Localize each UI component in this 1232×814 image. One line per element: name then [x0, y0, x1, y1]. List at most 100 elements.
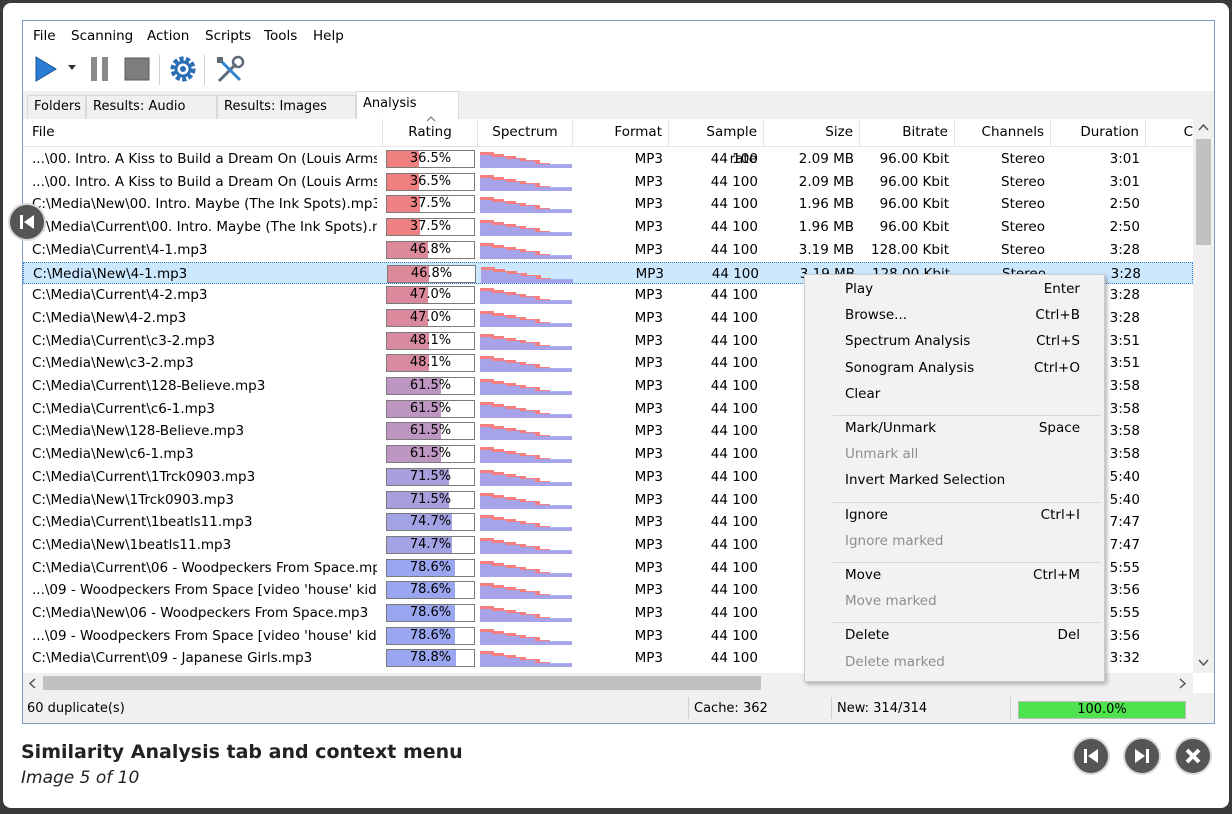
spectrum-thumbnail	[480, 197, 572, 214]
menu-item-spectrum-analysis[interactable]: Spectrum Analysis Ctrl+S	[845, 333, 1080, 349]
toolbar-divider	[159, 55, 160, 85]
cell-format: MP3	[634, 559, 663, 576]
stop-icon[interactable]	[123, 54, 151, 84]
menu-item-mark-unmark[interactable]: Mark/Unmark Space	[845, 420, 1080, 436]
rating-value: 48.1%	[409, 332, 452, 348]
caption-title: Similarity Analysis tab and context menu	[21, 741, 463, 763]
rating-value: 46.8%	[409, 241, 452, 257]
menu-help[interactable]: Help	[313, 28, 344, 44]
menu-scanning[interactable]: Scanning	[71, 28, 133, 44]
col-format[interactable]: Format	[573, 119, 669, 146]
menu-item-play[interactable]: Play Enter	[845, 281, 1080, 297]
menu-scripts[interactable]: Scripts	[205, 28, 251, 44]
menu-item-delete-marked[interactable]: Delete marked	[845, 654, 1080, 670]
play-icon[interactable]	[33, 54, 59, 84]
menu-item-sonogram-analysis[interactable]: Sonogram Analysis Ctrl+O	[845, 360, 1080, 376]
cell-rate: 44 100	[710, 287, 758, 304]
cell-rate: 44 100	[710, 196, 758, 213]
cell-file: ...\09 - Woodpeckers From Space [video '…	[32, 627, 377, 644]
cell-file: C:\Media\Current\06 - Woodpeckers From S…	[32, 559, 377, 576]
scroll-up-icon[interactable]	[1198, 124, 1209, 131]
spectrum-thumbnail	[480, 242, 572, 259]
scroll-left-icon[interactable]	[29, 678, 36, 689]
status-divider	[1010, 697, 1011, 719]
spectrum-thumbnail	[480, 220, 572, 237]
rating-bar: 37.5%	[386, 218, 475, 237]
menu-item-move-marked[interactable]: Move marked	[845, 593, 1080, 609]
col-spectrum[interactable]: Spectrum	[478, 119, 573, 146]
toolbar-divider	[204, 55, 205, 85]
table-row[interactable]: C:\Media\New\00. Intro. Maybe (The Ink S…	[23, 193, 1193, 216]
menu-tools[interactable]: Tools	[264, 28, 297, 44]
gear-icon[interactable]	[168, 54, 198, 84]
cell-file: ...\09 - Woodpeckers From Space [video '…	[32, 582, 377, 599]
status-duplicates: 60 duplicate(s)	[27, 701, 125, 716]
menu-item-invert-marked-selection[interactable]: Invert Marked Selection	[845, 472, 1080, 488]
menu-item-label: Sonogram Analysis	[845, 359, 975, 376]
rating-bar: 36.5%	[386, 150, 475, 168]
spectrum-thumbnail	[480, 447, 572, 464]
spectrum-thumbnail	[480, 152, 572, 168]
table-row[interactable]: ...\00. Intro. A Kiss to Build a Dream O…	[23, 171, 1193, 194]
vertical-scroll-thumb[interactable]	[1196, 139, 1211, 245]
tab-results-images[interactable]: Results: Images (31)	[217, 95, 356, 136]
prev-button[interactable]	[1072, 737, 1110, 775]
cell-rate: 44 100	[710, 355, 758, 372]
table-row[interactable]: C:\Media\Current\00. Intro. Maybe (The I…	[23, 216, 1193, 239]
rating-value: 47.0%	[409, 309, 452, 325]
spectrum-thumbnail	[480, 583, 572, 600]
cell-format: MP3	[634, 605, 663, 621]
col-size[interactable]: Size	[764, 119, 860, 146]
cell-size: 2.09 MB	[798, 151, 854, 167]
col-bitrate[interactable]: Bitrate	[860, 119, 955, 146]
toolbar	[23, 49, 1214, 92]
tab-analysis[interactable]: Analysis (109)	[356, 91, 459, 135]
menu-file[interactable]: File	[33, 28, 56, 44]
col-file[interactable]: File	[23, 119, 383, 146]
spectrum-thumbnail	[480, 333, 572, 350]
table-row[interactable]: ...\00. Intro. A Kiss to Build a Dream O…	[23, 148, 1193, 171]
cell-format: MP3	[634, 241, 663, 258]
rating-value: 61.5%	[409, 423, 452, 439]
col-channels[interactable]: Channels	[955, 119, 1051, 146]
cell-format: MP3	[634, 582, 663, 599]
col-duration[interactable]: Duration	[1051, 119, 1146, 146]
menu-item-ignore[interactable]: Ignore Ctrl+I	[845, 507, 1080, 523]
rating-bar: 78.8%	[386, 649, 475, 668]
vertical-scrollbar[interactable]	[1193, 119, 1214, 673]
col-rating[interactable]: Rating	[383, 119, 478, 146]
cell-rate: 44 100	[710, 605, 758, 621]
menu-separator	[833, 622, 1101, 624]
chevron-down-icon[interactable]	[67, 64, 77, 72]
menu-item-clear[interactable]: Clear	[845, 386, 1080, 402]
menu-item-move[interactable]: Move Ctrl+M	[845, 567, 1080, 583]
scroll-down-icon[interactable]	[1198, 659, 1209, 666]
tab-results-audio[interactable]: Results: Audio (29)	[86, 95, 217, 136]
tab-folders[interactable]: Folders	[27, 95, 86, 119]
menu-item-unmark-all[interactable]: Unmark all	[845, 446, 1080, 462]
table-row[interactable]: C:\Media\Current\4-1.mp3 MP3 44 100 3.19 MB…	[23, 239, 1193, 262]
close-button[interactable]	[1174, 737, 1212, 775]
cell-rate: 44 100	[711, 265, 759, 282]
cell-file: C:\Media\Current\128-Believe.mp3	[32, 378, 266, 394]
menu-action[interactable]: Action	[147, 28, 189, 44]
cell-format: MP3	[634, 287, 663, 304]
menu-item-browse[interactable]: Browse... Ctrl+B	[845, 307, 1080, 323]
cell-format: MP3	[634, 650, 663, 667]
col-c[interactable]: C	[1146, 119, 1193, 146]
col-sample-rate[interactable]: Sample rate	[669, 119, 764, 167]
menu-item-ignore-marked[interactable]: Ignore marked	[845, 533, 1080, 549]
horizontal-scroll-thumb[interactable]	[43, 676, 761, 690]
tools-icon[interactable]	[214, 54, 246, 86]
spectrum-thumbnail	[480, 606, 572, 622]
menu-item-label: Clear	[845, 385, 881, 402]
status-cache: Cache: 362	[694, 701, 768, 716]
menu-item-delete[interactable]: Delete Del	[845, 627, 1080, 643]
next-button[interactable]	[1123, 737, 1161, 775]
menu-item-shortcut: Enter	[1043, 281, 1080, 297]
prev-image-button[interactable]	[8, 203, 46, 241]
scroll-right-icon[interactable]	[1179, 678, 1186, 689]
pause-icon[interactable]	[89, 54, 111, 84]
cell-size: 2.09 MB	[798, 173, 854, 190]
spectrum-thumbnail	[480, 288, 572, 305]
